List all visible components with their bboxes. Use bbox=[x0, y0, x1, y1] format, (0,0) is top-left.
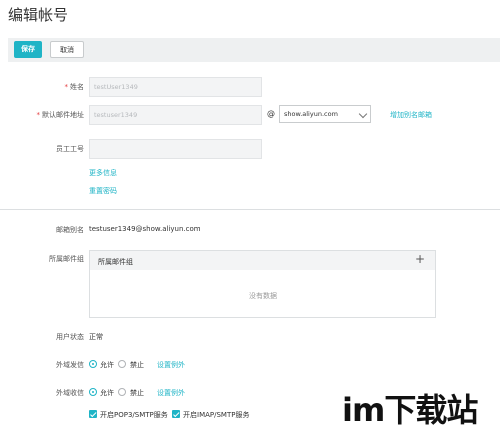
external-send-deny-label: 禁止 bbox=[130, 361, 144, 369]
employee-id-field[interactable] bbox=[89, 139, 262, 159]
user-status-value: 正常 bbox=[89, 333, 103, 341]
toolbar: 保存 取消 bbox=[8, 38, 500, 62]
email-local-field[interactable]: testuser1349 bbox=[89, 105, 262, 125]
external-send-allow-radio[interactable] bbox=[89, 360, 97, 368]
external-receive-label: 外域收信 bbox=[56, 389, 84, 397]
name-label: * 姓名 bbox=[64, 83, 85, 91]
external-send-deny-radio[interactable] bbox=[118, 360, 126, 368]
external-receive-exceptions-link[interactable]: 设置例外 bbox=[157, 388, 185, 398]
external-receive-allow-label: 允许 bbox=[100, 389, 114, 397]
groups-label: 所属邮件组 bbox=[49, 255, 84, 263]
external-send-allow-label: 允许 bbox=[100, 361, 114, 369]
alias-value: testuser1349@show.aliyun.com bbox=[89, 225, 201, 233]
pop3-smtp-checkbox[interactable] bbox=[89, 410, 97, 418]
default-email-label: * 默认邮件地址 bbox=[36, 111, 85, 119]
domain-select[interactable]: show.aliyun.com bbox=[279, 105, 371, 123]
add-alias-link[interactable]: 增加别名邮箱 bbox=[390, 110, 432, 120]
groups-table-header: 所属邮件组 + bbox=[90, 251, 435, 270]
pop3-smtp-label: 开启POP3/SMTP服务 bbox=[100, 411, 168, 419]
watermark-text: im下载站 bbox=[342, 391, 478, 429]
domain-value: show.aliyun.com bbox=[284, 110, 338, 118]
cancel-button[interactable]: 取消 bbox=[50, 41, 84, 58]
save-button[interactable]: 保存 bbox=[14, 41, 42, 58]
external-send-exceptions-link[interactable]: 设置例外 bbox=[157, 360, 185, 370]
imap-smtp-label: 开启IMAP/SMTP服务 bbox=[183, 411, 250, 419]
user-status-label: 用户状态 bbox=[56, 333, 84, 341]
section-divider bbox=[0, 209, 500, 210]
imap-smtp-checkbox[interactable] bbox=[172, 410, 180, 418]
site-watermark: im下载站 bbox=[338, 381, 498, 429]
external-receive-deny-radio[interactable] bbox=[118, 388, 126, 396]
more-info-link[interactable]: 更多信息 bbox=[89, 168, 117, 178]
at-sign: @ bbox=[267, 109, 275, 118]
groups-table: 所属邮件组 + 没有数据 bbox=[89, 250, 436, 318]
reset-password-link[interactable]: 重置密码 bbox=[89, 186, 117, 196]
page-title: 编辑帐号 bbox=[8, 6, 69, 24]
name-field[interactable]: testUser1349 bbox=[89, 77, 262, 97]
employee-id-label: 员工工号 bbox=[56, 145, 84, 153]
external-receive-allow-radio[interactable] bbox=[89, 388, 97, 396]
alias-label: 邮箱别名 bbox=[56, 226, 84, 234]
empty-message: 没有数据 bbox=[249, 292, 277, 300]
external-receive-deny-label: 禁止 bbox=[130, 389, 144, 397]
chevron-down-icon bbox=[358, 109, 368, 119]
external-send-label: 外域发信 bbox=[56, 361, 84, 369]
plus-icon[interactable]: + bbox=[415, 252, 425, 266]
groups-column-header: 所属邮件组 bbox=[98, 258, 133, 266]
